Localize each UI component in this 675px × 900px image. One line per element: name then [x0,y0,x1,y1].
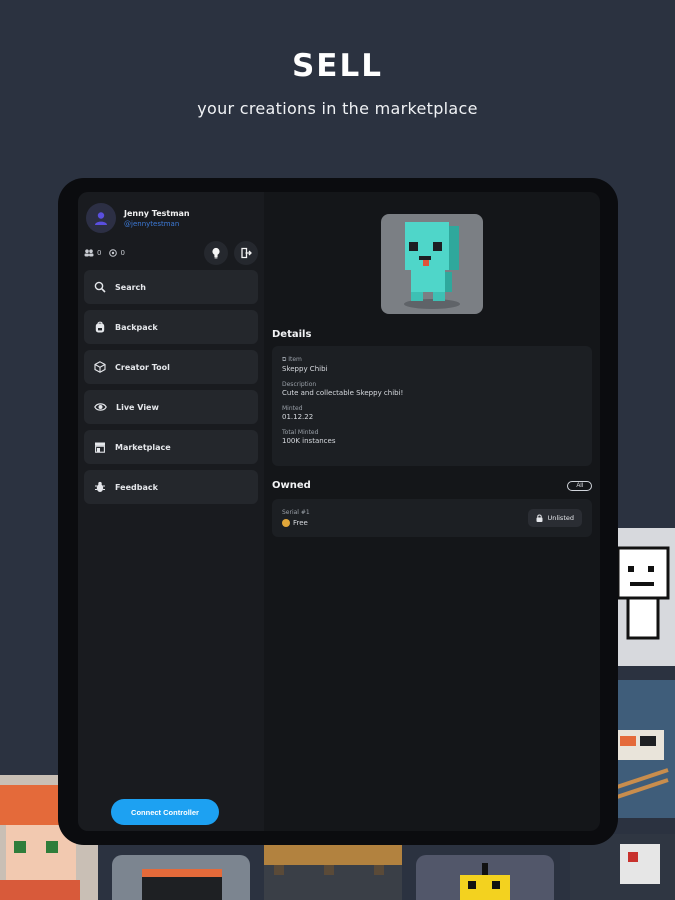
listing-status-label: Unlisted [547,514,574,522]
coin-icon [109,249,118,257]
sidebar-item-label: Marketplace [115,442,171,452]
followers-count: 0 [97,249,102,257]
item-name-value: Skeppy Chibi [282,365,328,373]
all-filter-button[interactable]: All [567,480,592,491]
price-value: Free [293,519,308,527]
description-value: Cute and collectable Skeppy chibi! [282,389,404,397]
coins-stat: 0 [109,249,125,257]
avatar[interactable] [86,203,116,233]
sidebar-item-marketplace[interactable]: Marketplace [84,430,258,464]
profile-name: Jenny Testman [124,208,190,218]
coins-count: 0 [120,249,125,257]
item-name-label: ⧉ Item [282,356,302,363]
sidebar-item-backpack[interactable]: Backpack [84,310,258,344]
coin-icon [282,519,290,527]
logout-icon [241,247,252,259]
hero-title: SELL [291,48,383,84]
details-card: ⧉ Item Skeppy Chibi Description Cute and… [272,346,592,466]
backpack-icon [95,321,105,333]
details-title: Details [272,329,312,340]
sidebar-item-label: Backpack [115,322,158,332]
followers-stat: 0 [84,249,101,257]
owned-header: Owned All [272,480,592,491]
sidebar-item-label: Feedback [115,482,158,492]
user-icon [95,212,107,225]
profile-header[interactable]: Jenny Testman @jennytestman [84,200,258,236]
price: Free [282,519,310,527]
listing-status-button[interactable]: Unlisted [528,509,582,527]
sidebar-nav: Search Backpack Creator Tool Live View M… [84,270,258,504]
people-icon [84,249,94,257]
tips-button[interactable] [204,241,228,265]
profile-handle: @jennytestman [124,219,180,228]
description-label: Description [282,381,317,388]
search-icon [94,281,106,293]
sidebar: Jenny Testman @jennytestman 0 0 Search B… [78,192,264,831]
item-detail-panel: Details ⧉ Item Skeppy Chibi Description … [264,192,600,831]
total-minted-label: Total Minted [282,429,319,436]
sidebar-item-creator-tool[interactable]: Creator Tool [84,350,258,384]
tablet-device-frame: Jenny Testman @jennytestman 0 0 Search B… [58,178,618,845]
bug-icon [95,481,105,492]
app-screen: Jenny Testman @jennytestman 0 0 Search B… [78,192,600,831]
voxel-art-tile [112,855,250,900]
item-thumbnail-art [404,222,460,309]
sidebar-item-label: Search [115,282,146,292]
minted-value: 01.12.22 [282,413,314,421]
voxel-art-tile [416,855,554,900]
sidebar-item-search[interactable]: Search [84,270,258,304]
minted-label: Minted [282,405,303,412]
owned-item-row[interactable]: Serial #1 Free Unlisted [272,499,592,537]
logout-button[interactable] [234,241,258,265]
profile-stats: 0 0 [84,240,258,266]
store-icon [95,442,105,453]
sidebar-item-live-view[interactable]: Live View [84,390,258,424]
lock-icon [536,514,543,522]
sidebar-item-label: Creator Tool [115,362,170,372]
eye-icon [94,403,107,411]
sidebar-item-label: Live View [116,402,159,412]
lightbulb-icon [212,247,220,259]
sidebar-item-feedback[interactable]: Feedback [84,470,258,504]
serial-number: Serial #1 [282,509,310,516]
owned-title: Owned [272,480,311,491]
cube-icon [94,361,106,373]
connect-controller-button[interactable]: Connect Controller [111,799,219,825]
hero-subtitle: your creations in the marketplace [197,99,478,118]
item-image [381,214,483,314]
voxel-art-tile [264,845,402,900]
total-minted-value: 100K instances [282,437,336,445]
